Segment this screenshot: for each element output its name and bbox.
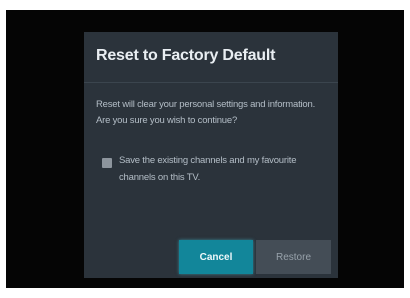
dialog-message-line: Are you sure you wish to continue? xyxy=(96,115,238,126)
save-channels-checkbox[interactable] xyxy=(102,158,112,168)
checkbox-label-line: Save the existing channels and my favour… xyxy=(119,155,297,166)
save-channels-checkbox-label[interactable]: Save the existing channels and my favour… xyxy=(119,152,329,186)
dialog-header: Reset to Factory Default xyxy=(84,32,338,83)
dialog-message-line: Reset will clear your personal settings … xyxy=(96,99,316,110)
cancel-button[interactable]: Cancel xyxy=(179,240,253,274)
checkbox-label-line: channels on this TV. xyxy=(119,172,201,183)
tv-screen: Reset to Factory Default Reset will clea… xyxy=(6,10,404,288)
restore-button[interactable]: Restore xyxy=(256,240,331,274)
dialog-title: Reset to Factory Default xyxy=(96,47,276,64)
reset-factory-dialog: Reset to Factory Default Reset will clea… xyxy=(84,32,338,278)
dialog-message: Reset will clear your personal settings … xyxy=(96,97,332,129)
